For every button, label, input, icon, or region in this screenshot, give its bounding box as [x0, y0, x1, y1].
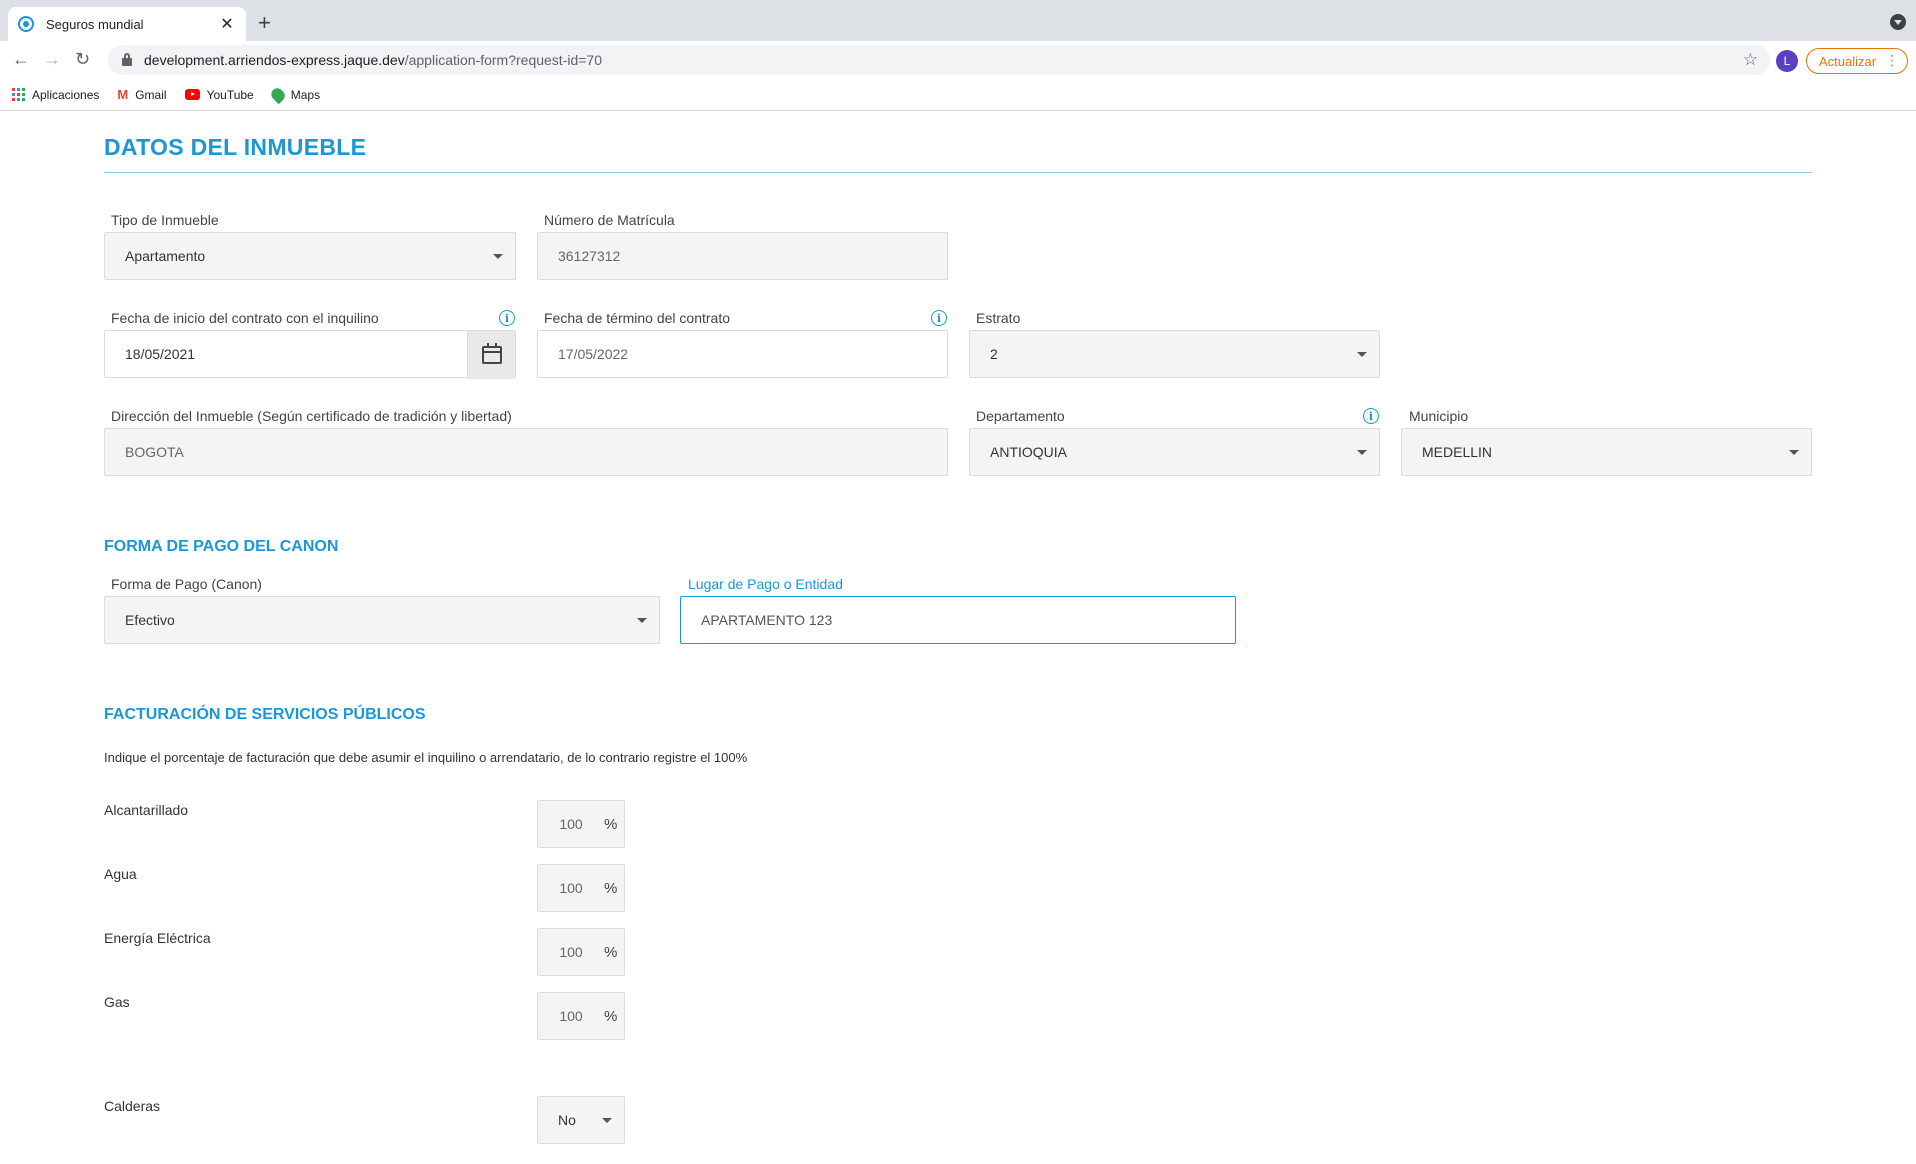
forma-pago-label: Forma de Pago (Canon)	[111, 576, 262, 592]
section-title-forma-pago: FORMA DE PAGO DEL CANON	[104, 538, 339, 555]
tipo-inmueble-label: Tipo de Inmueble	[111, 212, 219, 228]
bookmark-label: YouTube	[206, 87, 254, 102]
browser-tab-bar: Seguros mundial ✕ +	[0, 0, 1916, 41]
percent-symbol: %	[604, 879, 618, 897]
forward-icon[interactable]: →	[43, 49, 61, 70]
browser-tab[interactable]: Seguros mundial ✕	[8, 7, 246, 41]
tipo-inmueble-select[interactable]: Apartamento	[104, 232, 516, 280]
section-title-datos-inmueble: DATOS DEL INMUEBLE	[104, 134, 367, 160]
municipio-value: MEDELLIN	[1422, 444, 1493, 460]
close-tab-icon[interactable]: ✕	[218, 14, 236, 34]
percent-symbol: %	[604, 1007, 618, 1025]
bookmark-label: Maps	[290, 87, 321, 102]
url-path: /application-form?request-id=70	[404, 52, 602, 68]
percent-value: 100	[559, 880, 583, 896]
facturacion-instructions: Indique el porcentaje de facturación que…	[104, 750, 748, 765]
estrato-value: 2	[990, 346, 998, 362]
direccion-input[interactable]: BOGOTA	[104, 428, 948, 476]
chevron-down-icon	[637, 618, 647, 623]
bookmark-label: Gmail	[135, 87, 167, 102]
more-menu-icon[interactable]: ⋮	[1885, 52, 1899, 69]
fecha-inicio-input[interactable]: 18/05/2021	[104, 330, 516, 379]
utility-label-agua: Agua	[104, 866, 137, 882]
percent-value: 100	[559, 944, 583, 960]
lugar-pago-label: Lugar de Pago o Entidad	[688, 576, 843, 592]
chevron-down-icon	[1357, 352, 1367, 357]
chevron-down-icon	[1789, 450, 1799, 455]
alcantarillado-percent-input[interactable]: 100 %	[537, 800, 625, 848]
chevron-down-icon	[493, 254, 503, 259]
application-form-page: DATOS DEL INMUEBLE Tipo de Inmueble Apar…	[0, 112, 1916, 1164]
youtube-icon	[184, 89, 200, 100]
new-tab-icon[interactable]: +	[258, 10, 271, 36]
chevron-down-icon	[1357, 450, 1367, 455]
url-host: development.arriendos-express.jaque.dev	[144, 52, 405, 68]
municipio-select[interactable]: MEDELLIN	[1401, 428, 1812, 476]
bookmark-youtube[interactable]: YouTube	[184, 87, 254, 102]
calendar-icon	[481, 343, 502, 364]
fecha-termino-label: Fecha de término del contrato	[544, 310, 730, 326]
back-icon[interactable]: ←	[12, 49, 30, 70]
bookmark-maps[interactable]: Maps	[268, 85, 321, 104]
gmail-icon: M	[117, 87, 129, 102]
update-button[interactable]: Actualizar ⋮	[1806, 48, 1908, 74]
utility-label-alcantarillado: Alcantarillado	[104, 802, 189, 818]
lugar-pago-input[interactable]: APARTAMENTO 123	[680, 596, 1236, 644]
calderas-label: Calderas	[104, 1098, 161, 1114]
apps-icon	[12, 88, 25, 101]
lock-icon	[122, 53, 132, 66]
fecha-inicio-value: 18/05/2021	[125, 346, 196, 362]
bookmark-star-icon[interactable]: ☆	[1743, 50, 1758, 70]
fecha-termino-input[interactable]: 17/05/2022	[537, 330, 948, 378]
estrato-label: Estrato	[976, 310, 1021, 326]
direccion-label: Dirección del Inmueble (Según certificad…	[111, 408, 512, 424]
address-bar[interactable]: development.arriendos-express.jaque.dev /…	[108, 45, 1770, 75]
bookmark-gmail[interactable]: M Gmail	[117, 87, 166, 102]
maps-icon	[268, 85, 287, 104]
info-icon[interactable]: i	[1363, 408, 1379, 424]
reload-icon[interactable]: ↻	[75, 49, 90, 70]
bookmark-apps[interactable]: Aplicaciones	[12, 88, 99, 102]
direccion-value: BOGOTA	[125, 444, 184, 460]
profile-avatar[interactable]: L	[1776, 50, 1798, 72]
browser-toolbar: ← → ↻ development.arriendos-express.jaqu…	[0, 41, 1916, 79]
percent-value: 100	[559, 1008, 583, 1024]
tab-search-icon[interactable]	[1890, 14, 1906, 30]
matricula-label: Número de Matrícula	[544, 212, 675, 228]
utility-label-gas: Gas	[104, 994, 130, 1010]
utility-label-energia: Energía Eléctrica	[104, 930, 211, 946]
forma-pago-select[interactable]: Efectivo	[104, 596, 660, 644]
site-favicon-icon	[18, 16, 34, 32]
gas-percent-input[interactable]: 100 %	[537, 992, 625, 1040]
section-title-facturacion: FACTURACIÓN DE SERVICIOS PÚBLICOS	[104, 706, 426, 723]
lugar-pago-value: APARTAMENTO 123	[701, 612, 833, 628]
info-icon[interactable]: i	[499, 310, 515, 326]
percent-symbol: %	[604, 815, 618, 833]
departamento-label: Departamento	[976, 408, 1065, 424]
forma-pago-value: Efectivo	[125, 612, 175, 628]
departamento-value: ANTIOQUIA	[990, 444, 1068, 460]
bookmark-label: Aplicaciones	[32, 87, 100, 102]
percent-symbol: %	[604, 943, 618, 961]
tipo-inmueble-value: Apartamento	[125, 248, 206, 264]
chevron-down-icon	[602, 1118, 612, 1123]
section-divider	[104, 172, 1812, 173]
fecha-termino-value: 17/05/2022	[558, 346, 629, 362]
percent-value: 100	[559, 816, 583, 832]
calderas-select[interactable]: No	[537, 1096, 625, 1144]
bookmarks-bar: Aplicaciones M Gmail YouTube Maps	[0, 79, 1916, 111]
calendar-button[interactable]	[467, 331, 515, 379]
info-icon[interactable]: i	[931, 310, 947, 326]
municipio-label: Municipio	[1409, 408, 1469, 424]
estrato-select[interactable]: 2	[969, 330, 1380, 378]
calderas-value: No	[558, 1112, 576, 1128]
update-button-label: Actualizar	[1819, 53, 1877, 69]
energia-percent-input[interactable]: 100 %	[537, 928, 625, 976]
matricula-input[interactable]: 36127312	[537, 232, 948, 280]
tab-title: Seguros mundial	[46, 16, 144, 32]
fecha-inicio-label: Fecha de inicio del contrato con el inqu…	[111, 310, 379, 326]
matricula-value: 36127312	[558, 248, 621, 264]
agua-percent-input[interactable]: 100 %	[537, 864, 625, 912]
departamento-select[interactable]: ANTIOQUIA	[969, 428, 1380, 476]
